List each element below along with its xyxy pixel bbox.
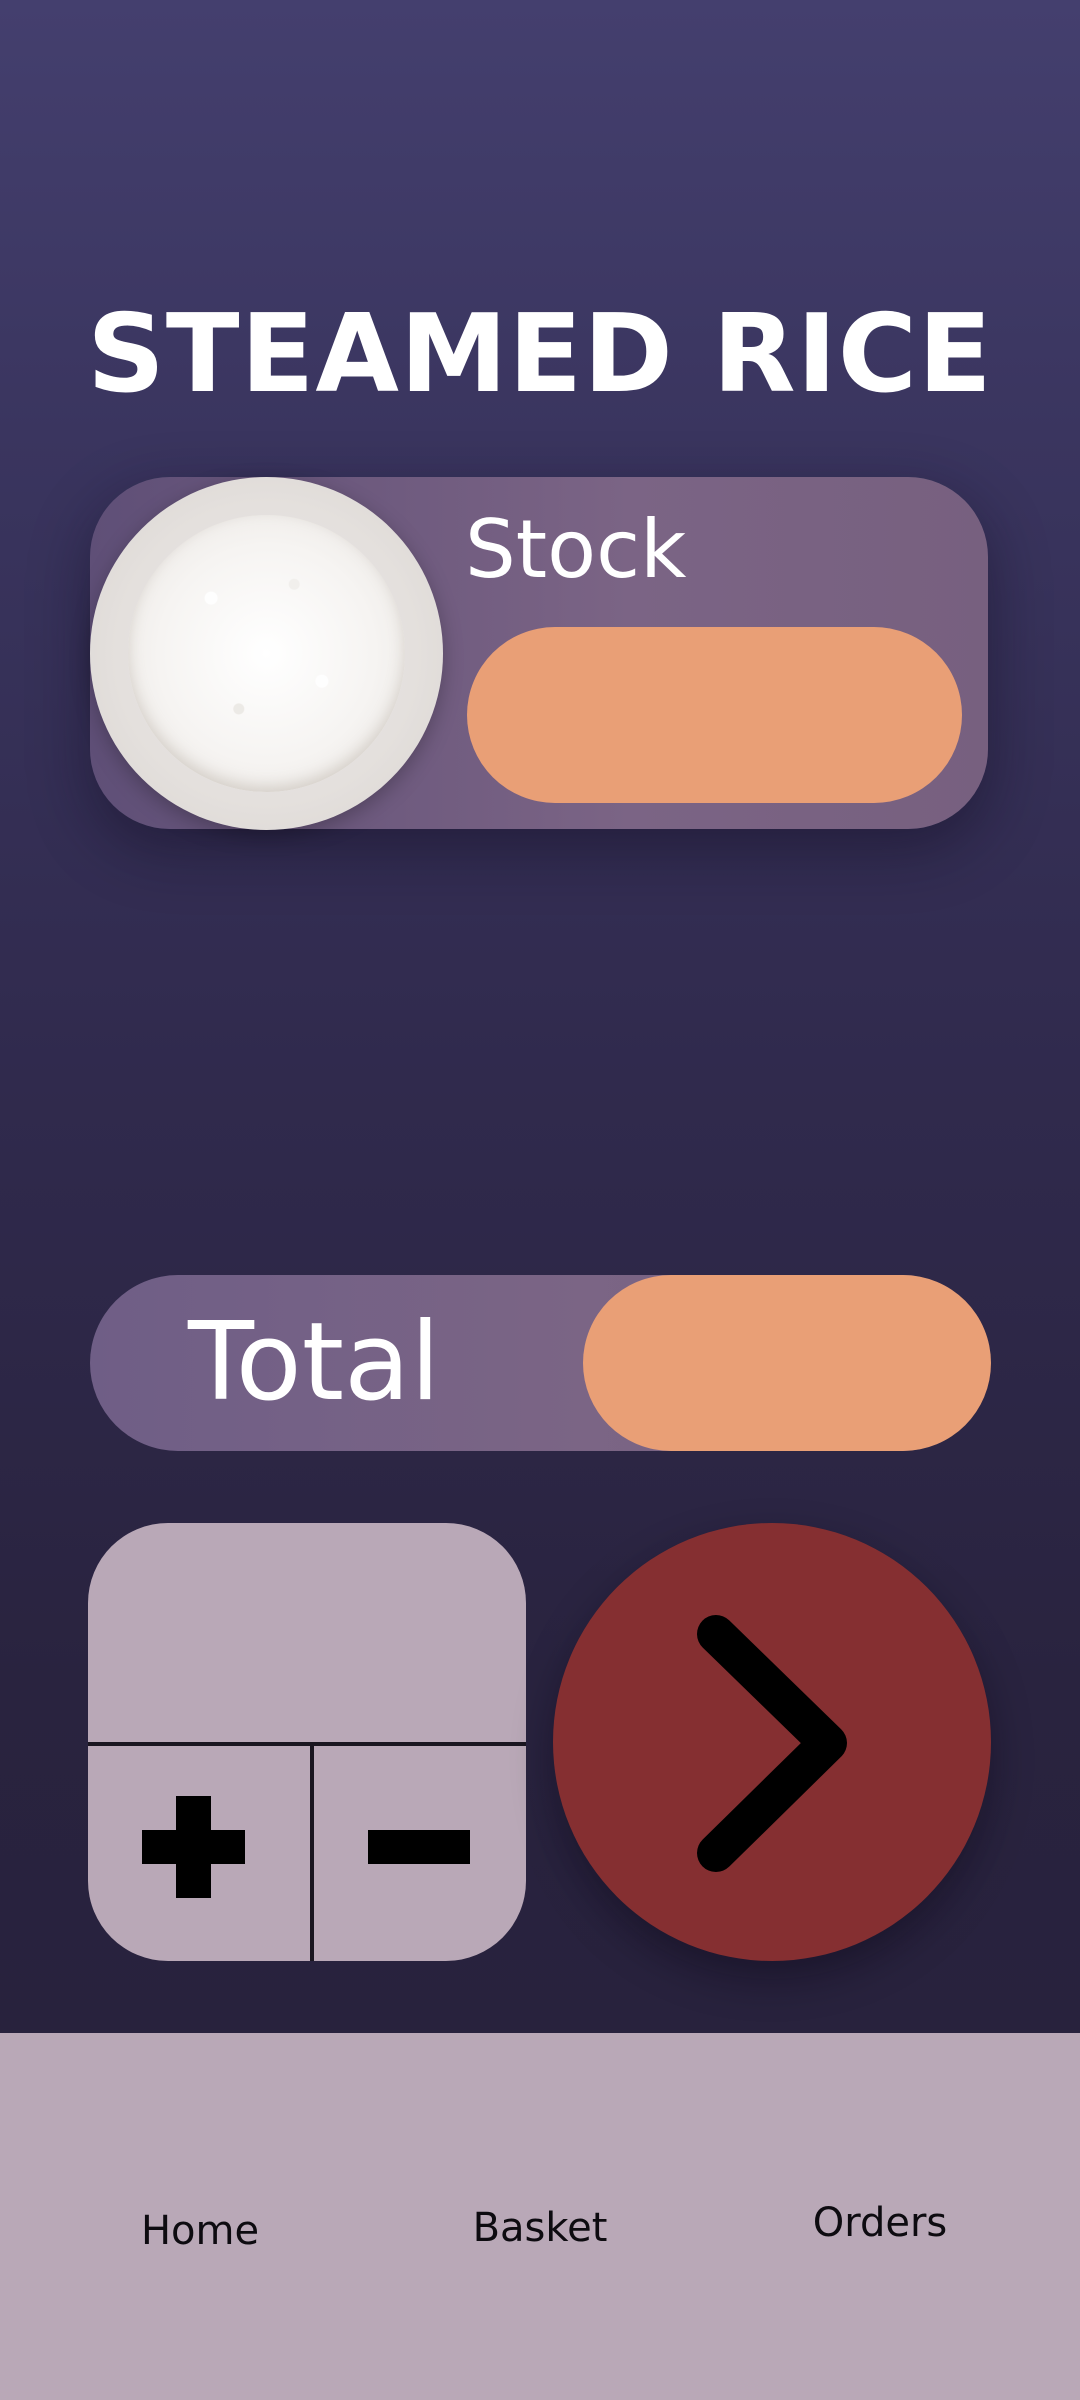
total-label: Total xyxy=(188,1300,441,1425)
decrement-button[interactable] xyxy=(314,1746,526,1961)
nav-item-basket[interactable]: Basket xyxy=(440,2198,640,2258)
rice-image-fill xyxy=(128,515,405,792)
nav-item-orders[interactable]: Orders xyxy=(780,2193,980,2253)
quantity-display xyxy=(88,1523,526,1743)
chevron-right-icon xyxy=(697,1615,847,1872)
quantity-stepper xyxy=(88,1523,526,1961)
page-title: STEAMED RICE xyxy=(87,292,993,417)
stock-value-pill xyxy=(467,627,962,803)
total-value-pill xyxy=(583,1275,991,1451)
stock-label: Stock xyxy=(465,503,687,596)
increment-button[interactable] xyxy=(88,1746,310,1961)
rice-bowl-image xyxy=(90,477,443,830)
bottom-navigation: Home Basket Orders xyxy=(0,2033,1080,2400)
nav-item-home[interactable]: Home xyxy=(100,2201,300,2261)
next-button[interactable] xyxy=(553,1523,991,1961)
